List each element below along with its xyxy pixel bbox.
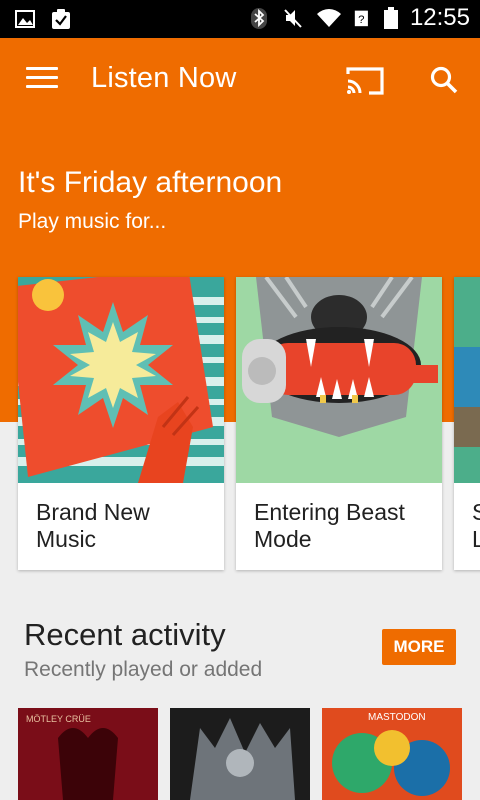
album-thumb[interactable]: MÖTLEY CRÜE — [18, 708, 158, 800]
card-artwork — [454, 277, 480, 483]
hero-heading: It's Friday afternoon — [18, 166, 283, 199]
card-label: Entering Beast Mode — [254, 499, 405, 552]
card-artwork — [236, 277, 442, 483]
cast-icon[interactable] — [345, 65, 385, 97]
hero-subheading: Play music for... — [18, 210, 167, 233]
image-icon — [15, 10, 35, 28]
more-button[interactable]: MORE — [382, 629, 456, 665]
page-title: Listen Now — [91, 62, 237, 94]
clipboard-check-icon — [52, 9, 70, 29]
app-bar: Listen Now — [0, 38, 480, 122]
bluetooth-icon — [250, 8, 267, 29]
hamburger-menu-icon[interactable] — [26, 67, 58, 91]
wifi-icon — [316, 9, 341, 27]
card-artwork — [18, 277, 224, 483]
album-text: MASTODON — [368, 712, 426, 723]
card-label: Brand New Music — [36, 499, 150, 552]
album-thumb[interactable]: MASTODON — [322, 708, 462, 800]
status-time: 12:55 — [409, 4, 470, 31]
album-cover: MÖTLEY CRÜE — [18, 708, 158, 800]
card-partial[interactable]: S L — [454, 277, 480, 570]
album-text: MÖTLEY CRÜE — [26, 714, 91, 724]
svg-text:?: ? — [358, 14, 364, 26]
album-cover: MASTODON — [322, 708, 462, 800]
album-cover — [170, 708, 310, 800]
search-icon[interactable] — [429, 65, 459, 95]
card-label: S L — [472, 499, 480, 552]
battery-icon — [383, 7, 398, 29]
card-brand-new-music[interactable]: Brand New Music — [18, 277, 224, 570]
section-title: Recent activity — [24, 617, 226, 652]
mute-icon — [284, 9, 302, 28]
card-entering-beast-mode[interactable]: Entering Beast Mode — [236, 277, 442, 570]
section-subtitle: Recently played or added — [24, 658, 263, 681]
status-bar: ? 12:55 — [0, 0, 480, 38]
album-thumb[interactable] — [170, 708, 310, 800]
signal-icon: ? — [354, 10, 368, 27]
